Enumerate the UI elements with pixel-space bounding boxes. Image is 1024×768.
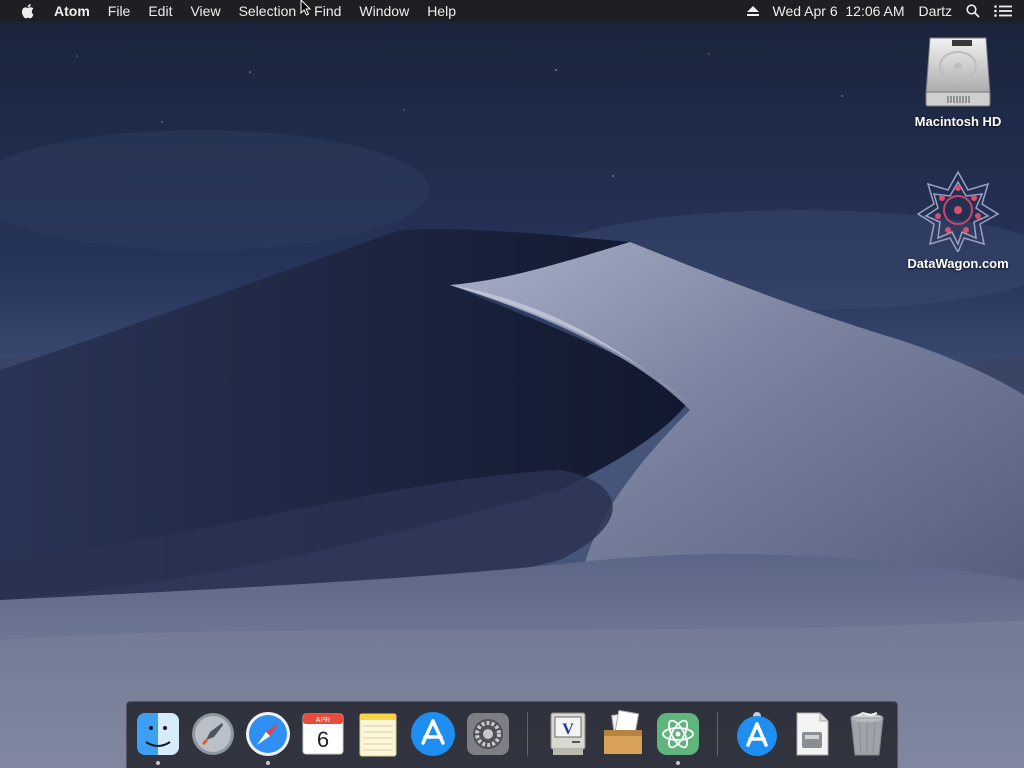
dock-item-app-store[interactable] bbox=[409, 710, 457, 758]
dock-item-finder[interactable] bbox=[134, 710, 182, 765]
spotlight-search-icon[interactable] bbox=[966, 0, 980, 22]
eject-icon[interactable] bbox=[746, 0, 759, 22]
document-icon bbox=[796, 712, 829, 756]
app-store-icon bbox=[411, 712, 455, 756]
menubar-user[interactable]: Dartz bbox=[919, 0, 952, 22]
dock-item-vim[interactable]: V bbox=[544, 710, 592, 758]
menu-selection[interactable]: Selection bbox=[230, 0, 306, 22]
menu-help[interactable]: Help bbox=[418, 0, 465, 22]
calendar-icon: APR 6 bbox=[302, 713, 344, 755]
desktop-icon-datawagon[interactable]: DataWagon.com bbox=[898, 168, 1018, 271]
menubar-clock[interactable]: Wed Apr 6 12:06 AM bbox=[773, 0, 905, 22]
dock-item-safari[interactable] bbox=[244, 710, 292, 765]
archive-icon bbox=[604, 710, 642, 754]
dock-item-system-preferences[interactable] bbox=[464, 710, 512, 758]
vim-icon: V bbox=[550, 712, 586, 755]
dock-separator bbox=[717, 712, 718, 756]
menu-view[interactable]: View bbox=[181, 0, 229, 22]
safari-icon bbox=[246, 712, 290, 756]
desktop-icon-label: Macintosh HD bbox=[914, 114, 1002, 129]
dock-item-notes[interactable] bbox=[354, 710, 402, 758]
notification-center-icon[interactable] bbox=[994, 0, 1012, 22]
running-indicator bbox=[676, 761, 680, 765]
datawagon-icon bbox=[916, 170, 1000, 252]
dock-item-trash[interactable] bbox=[843, 710, 891, 758]
svg-text:V: V bbox=[562, 721, 574, 738]
menu-edit[interactable]: Edit bbox=[139, 0, 181, 22]
menu-bar: Atom File Edit View Selection Find Windo… bbox=[0, 0, 1024, 22]
dock-item-document[interactable] bbox=[788, 710, 836, 758]
calendar-day: 6 bbox=[317, 727, 329, 752]
calendar-month: APR bbox=[316, 717, 330, 724]
running-indicator bbox=[266, 761, 270, 765]
menu-file[interactable]: File bbox=[99, 0, 140, 22]
mouse-cursor-icon bbox=[300, 0, 312, 16]
dock-separator bbox=[527, 712, 528, 756]
menu-app-name[interactable]: Atom bbox=[46, 0, 99, 22]
trash-icon bbox=[850, 711, 884, 756]
downloads-app-store-icon bbox=[737, 712, 777, 756]
dock-item-calendar[interactable]: APR 6 bbox=[299, 710, 347, 758]
menu-window[interactable]: Window bbox=[350, 0, 418, 22]
launchpad-icon bbox=[192, 713, 234, 755]
desktop-icon-macintosh-hd[interactable]: Macintosh HD bbox=[898, 30, 1018, 129]
dock: APR 6 V bbox=[126, 701, 898, 768]
hard-drive-icon bbox=[925, 37, 991, 107]
finder-icon bbox=[137, 713, 179, 755]
dock-item-downloads[interactable] bbox=[733, 710, 781, 758]
notes-icon bbox=[359, 713, 397, 757]
desktop-wallpaper bbox=[0, 0, 1024, 768]
running-indicator bbox=[156, 761, 160, 765]
atom-icon bbox=[657, 713, 699, 755]
dock-item-archive-utility[interactable] bbox=[599, 710, 647, 758]
dock-item-launchpad[interactable] bbox=[189, 710, 237, 758]
apple-icon[interactable] bbox=[18, 0, 38, 22]
dock-item-atom[interactable] bbox=[654, 710, 702, 765]
desktop-icon-label: DataWagon.com bbox=[907, 256, 1009, 271]
system-preferences-icon bbox=[467, 713, 509, 755]
